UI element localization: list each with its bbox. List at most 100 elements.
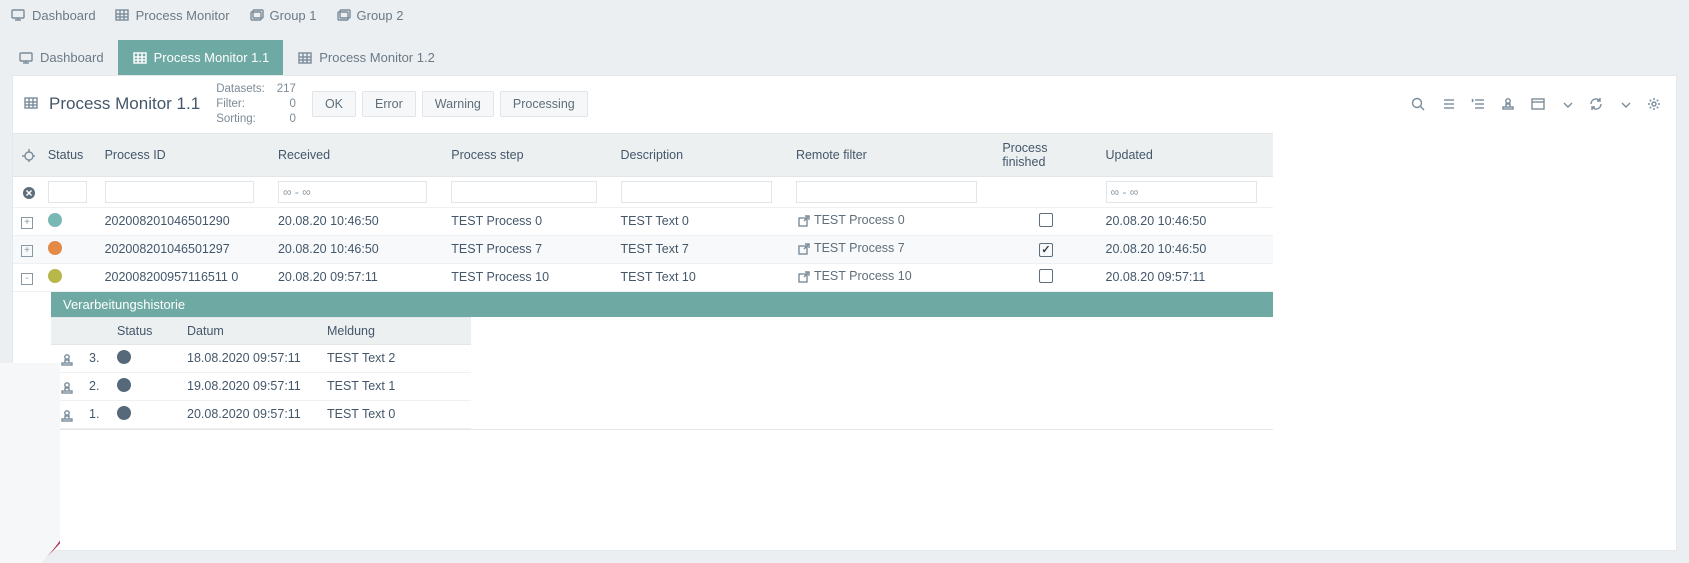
table-row[interactable]: + 202008201046501297 20.08.20 10:46:50 T… — [13, 235, 1273, 263]
refresh-icon — [1588, 96, 1604, 112]
cell-desc: TEST Text 10 — [613, 263, 788, 291]
history-idx: 1. — [81, 400, 109, 428]
finished-checkbox[interactable] — [1039, 269, 1053, 283]
nav-group-2[interactable]: Group 2 — [335, 7, 404, 23]
settings-button[interactable] — [1646, 96, 1662, 112]
sorting-value: 0 — [277, 112, 296, 127]
grid-icon — [23, 95, 41, 113]
main-panel: Process Monitor 1.1 Datasets: 217 Filter… — [12, 75, 1677, 551]
header-process-finished[interactable]: Process finished — [994, 133, 1097, 176]
history-panel: Verarbeitungshistorie Status Datum Meldu… — [51, 292, 1273, 430]
filter-received-input[interactable] — [278, 181, 427, 203]
history-col-datum[interactable]: Datum — [179, 317, 319, 344]
remote-filter-link[interactable]: TEST Process 7 — [796, 241, 905, 255]
tab-dashboard[interactable]: Dashboard — [4, 40, 118, 75]
target-icon — [21, 148, 35, 162]
header-updated[interactable]: Updated — [1098, 133, 1273, 176]
filter-desc-input[interactable] — [621, 181, 772, 203]
header-expand[interactable] — [13, 133, 40, 176]
list-icon — [1440, 96, 1456, 112]
header-status[interactable]: Status — [40, 133, 97, 176]
remote-filter-link[interactable]: TEST Process 0 — [796, 213, 905, 227]
stamp-icon — [1500, 96, 1516, 112]
search-icon — [1410, 96, 1426, 112]
filter-status-input[interactable] — [48, 181, 87, 203]
window-button[interactable] — [1530, 96, 1546, 112]
filter-value: 0 — [277, 97, 296, 112]
table-row[interactable]: + 202008201046501290 20.08.20 10:46:50 T… — [13, 207, 1273, 235]
tab-process-monitor-11[interactable]: Process Monitor 1.1 — [118, 40, 284, 75]
list-collapse-icon — [1470, 96, 1486, 112]
nav-dashboard[interactable]: Dashboard — [10, 7, 96, 23]
cell-pid: 202008200957116511 0 — [97, 263, 270, 291]
grid-icon — [297, 50, 313, 66]
finished-checkbox[interactable] — [1039, 243, 1053, 257]
filter-updated-input[interactable] — [1106, 181, 1258, 203]
cell-pid: 202008201046501297 — [97, 235, 270, 263]
history-row[interactable]: 1. 20.08.2020 09:57:11 TEST Text 0 — [51, 400, 471, 428]
filter-step-input[interactable] — [451, 181, 597, 203]
status-warning-button[interactable]: Warning — [422, 91, 494, 117]
remote-filter-link[interactable]: TEST Process 10 — [796, 269, 912, 283]
filter-pid-input[interactable] — [105, 181, 254, 203]
stamp-icon — [59, 408, 73, 422]
monitor-icon — [10, 7, 26, 23]
header-process-step[interactable]: Process step — [443, 133, 612, 176]
history-col-status[interactable]: Status — [109, 317, 179, 344]
table-row[interactable]: - 202008200957116511 0 20.08.20 09:57:11… — [13, 263, 1273, 291]
status-error-button[interactable]: Error — [362, 91, 416, 117]
nav-label: Group 1 — [270, 8, 317, 23]
window-icon — [1530, 96, 1546, 112]
search-button[interactable] — [1410, 96, 1426, 112]
external-link-icon — [796, 213, 810, 227]
cell-desc: TEST Text 0 — [613, 207, 788, 235]
header-row: Status Process ID Received Process step … — [13, 133, 1273, 176]
filter-clear[interactable] — [13, 176, 40, 207]
title-bar: Process Monitor 1.1 Datasets: 217 Filter… — [13, 76, 1676, 133]
refresh-button[interactable] — [1588, 96, 1604, 112]
cell-received: 20.08.20 10:46:50 — [270, 207, 443, 235]
nav-label: Group 2 — [357, 8, 404, 23]
cell-received: 20.08.20 09:57:11 — [270, 263, 443, 291]
status-processing-button[interactable]: Processing — [500, 91, 588, 117]
nav-group-1[interactable]: Group 1 — [248, 7, 317, 23]
header-description[interactable]: Description — [613, 133, 788, 176]
stamp-button[interactable] — [1500, 96, 1516, 112]
status-dot — [117, 378, 131, 392]
expand-toggle[interactable]: + — [21, 217, 33, 229]
stamp-icon — [59, 380, 73, 394]
monitor-icon — [18, 50, 34, 66]
filter-row — [13, 176, 1273, 207]
header-remote-filter[interactable]: Remote filter — [788, 133, 994, 176]
cell-updated: 20.08.20 10:46:50 — [1098, 207, 1273, 235]
dataset-counts: Datasets: 217 Filter: 0 Sorting: 0 — [216, 82, 296, 127]
header-received[interactable]: Received — [270, 133, 443, 176]
refresh-dropdown[interactable] — [1618, 97, 1632, 111]
expand-toggle[interactable]: - — [21, 273, 33, 285]
status-ok-button[interactable]: OK — [312, 91, 356, 117]
stack-icon — [335, 7, 351, 23]
cell-step: TEST Process 10 — [443, 263, 612, 291]
filter-remote-input[interactable] — [796, 181, 977, 203]
cell-desc: TEST Text 7 — [613, 235, 788, 263]
finished-checkbox[interactable] — [1039, 213, 1053, 227]
nav-process-monitor[interactable]: Process Monitor — [114, 7, 230, 23]
tab-process-monitor-12[interactable]: Process Monitor 1.2 — [283, 40, 449, 75]
external-link-icon — [796, 241, 810, 255]
status-dot — [117, 350, 131, 364]
list-collapse-button[interactable] — [1470, 96, 1486, 112]
history-row[interactable]: 3. 18.08.2020 09:57:11 TEST Text 2 — [51, 344, 471, 372]
tab-label: Process Monitor 1.1 — [154, 50, 270, 65]
expand-toggle[interactable]: + — [21, 245, 33, 257]
cell-pid: 202008201046501290 — [97, 207, 270, 235]
history-row[interactable]: 2. 19.08.2020 09:57:11 TEST Text 1 — [51, 372, 471, 400]
nav-label: Dashboard — [32, 8, 96, 23]
remote-text: TEST Process 0 — [814, 213, 905, 227]
list-view-button[interactable] — [1440, 96, 1456, 112]
window-dropdown[interactable] — [1560, 97, 1574, 111]
nav-label: Process Monitor — [136, 8, 230, 23]
toolbar — [1410, 96, 1666, 112]
history-col-meldung[interactable]: Meldung — [319, 317, 471, 344]
grid-icon — [132, 50, 148, 66]
header-process-id[interactable]: Process ID — [97, 133, 270, 176]
